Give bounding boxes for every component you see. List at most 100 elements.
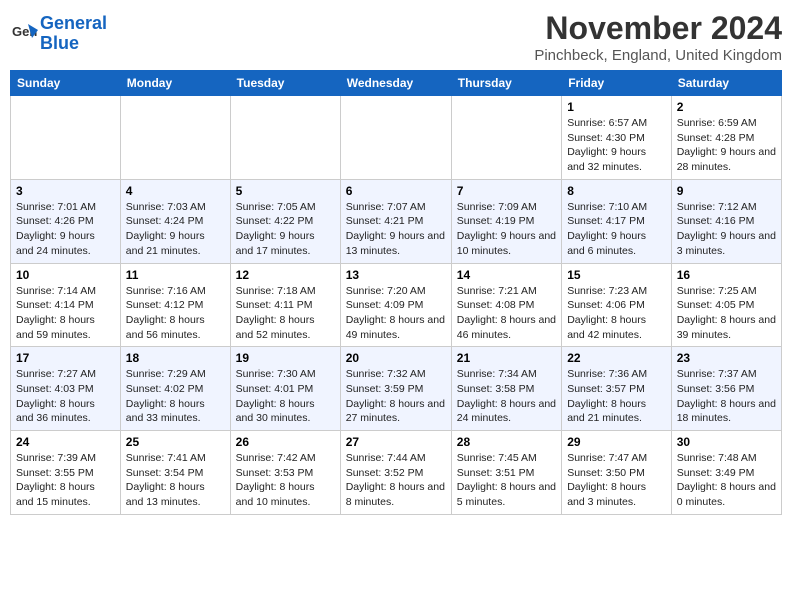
day-number: 14 — [457, 268, 556, 282]
day-number: 29 — [567, 435, 666, 449]
day-number: 28 — [457, 435, 556, 449]
day-number: 2 — [677, 100, 776, 114]
logo: Gen General Blue — [10, 14, 107, 54]
calendar-cell: 28Sunrise: 7:45 AM Sunset: 3:51 PM Dayli… — [451, 431, 561, 515]
calendar-cell: 6 Sunrise: 7:07 AM Sunset: 4:21 PM Daylig… — [340, 179, 451, 263]
calendar-cell: 10 Sunrise: 7:14 AM Sunset: 4:14 PM Dayli… — [11, 263, 121, 347]
calendar-cell: 16 Sunrise: 7:25 AM Sunset: 4:05 PM Dayli… — [671, 263, 781, 347]
day-info: Sunrise: 7:21 AM Sunset: 4:08 PM Dayligh… — [457, 284, 556, 343]
day-info: Sunrise: 7:48 AM Sunset: 3:49 PM Dayligh… — [677, 451, 776, 510]
calendar-cell: 2Sunrise: 6:59 AM Sunset: 4:28 PM Daylig… — [671, 96, 781, 180]
day-number: 4 — [126, 184, 225, 198]
day-info: Sunrise: 7:39 AM Sunset: 3:55 PM Dayligh… — [16, 451, 115, 510]
day-info: Sunrise: 7:27 AM Sunset: 4:03 PM Dayligh… — [16, 367, 115, 426]
header-day-friday: Friday — [562, 71, 672, 96]
location: Pinchbeck, England, United Kingdom — [534, 47, 782, 64]
day-number: 11 — [126, 268, 225, 282]
day-info: Sunrise: 7:30 AM Sunset: 4:01 PM Dayligh… — [236, 367, 335, 426]
calendar-cell: 21 Sunrise: 7:34 AM Sunset: 3:58 PM Dayli… — [451, 347, 561, 431]
day-number: 17 — [16, 351, 115, 365]
calendar-cell: 17 Sunrise: 7:27 AM Sunset: 4:03 PM Dayli… — [11, 347, 121, 431]
day-info: Sunrise: 7:20 AM Sunset: 4:09 PM Dayligh… — [346, 284, 446, 343]
day-number: 23 — [677, 351, 776, 365]
calendar-cell — [120, 96, 230, 180]
header-day-sunday: Sunday — [11, 71, 121, 96]
logo-line1: General — [40, 13, 107, 33]
day-number: 26 — [236, 435, 335, 449]
day-info: Sunrise: 7:34 AM Sunset: 3:58 PM Dayligh… — [457, 367, 556, 426]
calendar-cell: 29 Sunrise: 7:47 AM Sunset: 3:50 PM Dayli… — [562, 431, 672, 515]
calendar-week-4: 17 Sunrise: 7:27 AM Sunset: 4:03 PM Dayli… — [11, 347, 782, 431]
calendar-week-2: 3 Sunrise: 7:01 AM Sunset: 4:26 PM Daylig… — [11, 179, 782, 263]
day-number: 10 — [16, 268, 115, 282]
day-info: Sunrise: 7:32 AM Sunset: 3:59 PM Dayligh… — [346, 367, 446, 426]
calendar-cell: 12 Sunrise: 7:18 AM Sunset: 4:11 PM Dayli… — [230, 263, 340, 347]
day-number: 3 — [16, 184, 115, 198]
day-info: Sunrise: 7:37 AM Sunset: 3:56 PM Dayligh… — [677, 367, 776, 426]
logo-line2: Blue — [40, 33, 79, 53]
day-info: Sunrise: 7:16 AM Sunset: 4:12 PM Dayligh… — [126, 284, 225, 343]
calendar-cell: 4 Sunrise: 7:03 AM Sunset: 4:24 PM Daylig… — [120, 179, 230, 263]
day-number: 21 — [457, 351, 556, 365]
calendar-week-1: 1Sunrise: 6:57 AM Sunset: 4:30 PM Daylig… — [11, 96, 782, 180]
day-info: Sunrise: 7:14 AM Sunset: 4:14 PM Dayligh… — [16, 284, 115, 343]
day-number: 5 — [236, 184, 335, 198]
day-info: Sunrise: 7:01 AM Sunset: 4:26 PM Dayligh… — [16, 200, 115, 259]
calendar-cell — [451, 96, 561, 180]
day-number: 8 — [567, 184, 666, 198]
header-day-thursday: Thursday — [451, 71, 561, 96]
day-number: 20 — [346, 351, 446, 365]
day-number: 30 — [677, 435, 776, 449]
header-day-tuesday: Tuesday — [230, 71, 340, 96]
calendar-cell: 7 Sunrise: 7:09 AM Sunset: 4:19 PM Daylig… — [451, 179, 561, 263]
day-info: Sunrise: 7:09 AM Sunset: 4:19 PM Dayligh… — [457, 200, 556, 259]
day-number: 7 — [457, 184, 556, 198]
day-number: 12 — [236, 268, 335, 282]
calendar-cell: 5 Sunrise: 7:05 AM Sunset: 4:22 PM Daylig… — [230, 179, 340, 263]
calendar-cell: 8 Sunrise: 7:10 AM Sunset: 4:17 PM Daylig… — [562, 179, 672, 263]
calendar-cell: 9Sunrise: 7:12 AM Sunset: 4:16 PM Daylig… — [671, 179, 781, 263]
calendar-cell: 14 Sunrise: 7:21 AM Sunset: 4:08 PM Dayli… — [451, 263, 561, 347]
calendar-cell — [340, 96, 451, 180]
day-number: 25 — [126, 435, 225, 449]
day-info: Sunrise: 7:44 AM Sunset: 3:52 PM Dayligh… — [346, 451, 446, 510]
day-number: 27 — [346, 435, 446, 449]
calendar-cell: 13 Sunrise: 7:20 AM Sunset: 4:09 PM Dayli… — [340, 263, 451, 347]
calendar-cell: 1Sunrise: 6:57 AM Sunset: 4:30 PM Daylig… — [562, 96, 672, 180]
day-info: Sunrise: 6:57 AM Sunset: 4:30 PM Dayligh… — [567, 116, 666, 175]
calendar-cell: 26Sunrise: 7:42 AM Sunset: 3:53 PM Dayli… — [230, 431, 340, 515]
calendar-cell: 3 Sunrise: 7:01 AM Sunset: 4:26 PM Daylig… — [11, 179, 121, 263]
calendar-cell: 27 Sunrise: 7:44 AM Sunset: 3:52 PM Dayli… — [340, 431, 451, 515]
day-info: Sunrise: 7:23 AM Sunset: 4:06 PM Dayligh… — [567, 284, 666, 343]
calendar-cell: 24 Sunrise: 7:39 AM Sunset: 3:55 PM Dayli… — [11, 431, 121, 515]
header-day-monday: Monday — [120, 71, 230, 96]
logo-icon: Gen — [10, 20, 38, 48]
day-number: 9 — [677, 184, 776, 198]
day-number: 18 — [126, 351, 225, 365]
calendar-cell: 15Sunrise: 7:23 AM Sunset: 4:06 PM Dayli… — [562, 263, 672, 347]
day-info: Sunrise: 7:18 AM Sunset: 4:11 PM Dayligh… — [236, 284, 335, 343]
calendar-cell: 18 Sunrise: 7:29 AM Sunset: 4:02 PM Dayli… — [120, 347, 230, 431]
calendar-cell: 23 Sunrise: 7:37 AM Sunset: 3:56 PM Dayli… — [671, 347, 781, 431]
day-info: Sunrise: 7:05 AM Sunset: 4:22 PM Dayligh… — [236, 200, 335, 259]
day-info: Sunrise: 7:47 AM Sunset: 3:50 PM Dayligh… — [567, 451, 666, 510]
day-info: Sunrise: 7:03 AM Sunset: 4:24 PM Dayligh… — [126, 200, 225, 259]
logo-text: General Blue — [40, 14, 107, 54]
header-day-wednesday: Wednesday — [340, 71, 451, 96]
day-number: 16 — [677, 268, 776, 282]
day-info: Sunrise: 7:25 AM Sunset: 4:05 PM Dayligh… — [677, 284, 776, 343]
header-day-saturday: Saturday — [671, 71, 781, 96]
day-info: Sunrise: 7:07 AM Sunset: 4:21 PM Dayligh… — [346, 200, 446, 259]
day-number: 13 — [346, 268, 446, 282]
calendar-week-5: 24 Sunrise: 7:39 AM Sunset: 3:55 PM Dayli… — [11, 431, 782, 515]
day-info: Sunrise: 7:29 AM Sunset: 4:02 PM Dayligh… — [126, 367, 225, 426]
page-header: Gen General Blue November 2024 Pinchbeck… — [10, 10, 782, 64]
month-title: November 2024 — [534, 10, 782, 47]
calendar-header-row: SundayMondayTuesdayWednesdayThursdayFrid… — [11, 71, 782, 96]
day-info: Sunrise: 7:10 AM Sunset: 4:17 PM Dayligh… — [567, 200, 666, 259]
day-number: 6 — [346, 184, 446, 198]
calendar-cell: 25Sunrise: 7:41 AM Sunset: 3:54 PM Dayli… — [120, 431, 230, 515]
day-number: 24 — [16, 435, 115, 449]
day-number: 19 — [236, 351, 335, 365]
calendar-cell: 19 Sunrise: 7:30 AM Sunset: 4:01 PM Dayli… — [230, 347, 340, 431]
